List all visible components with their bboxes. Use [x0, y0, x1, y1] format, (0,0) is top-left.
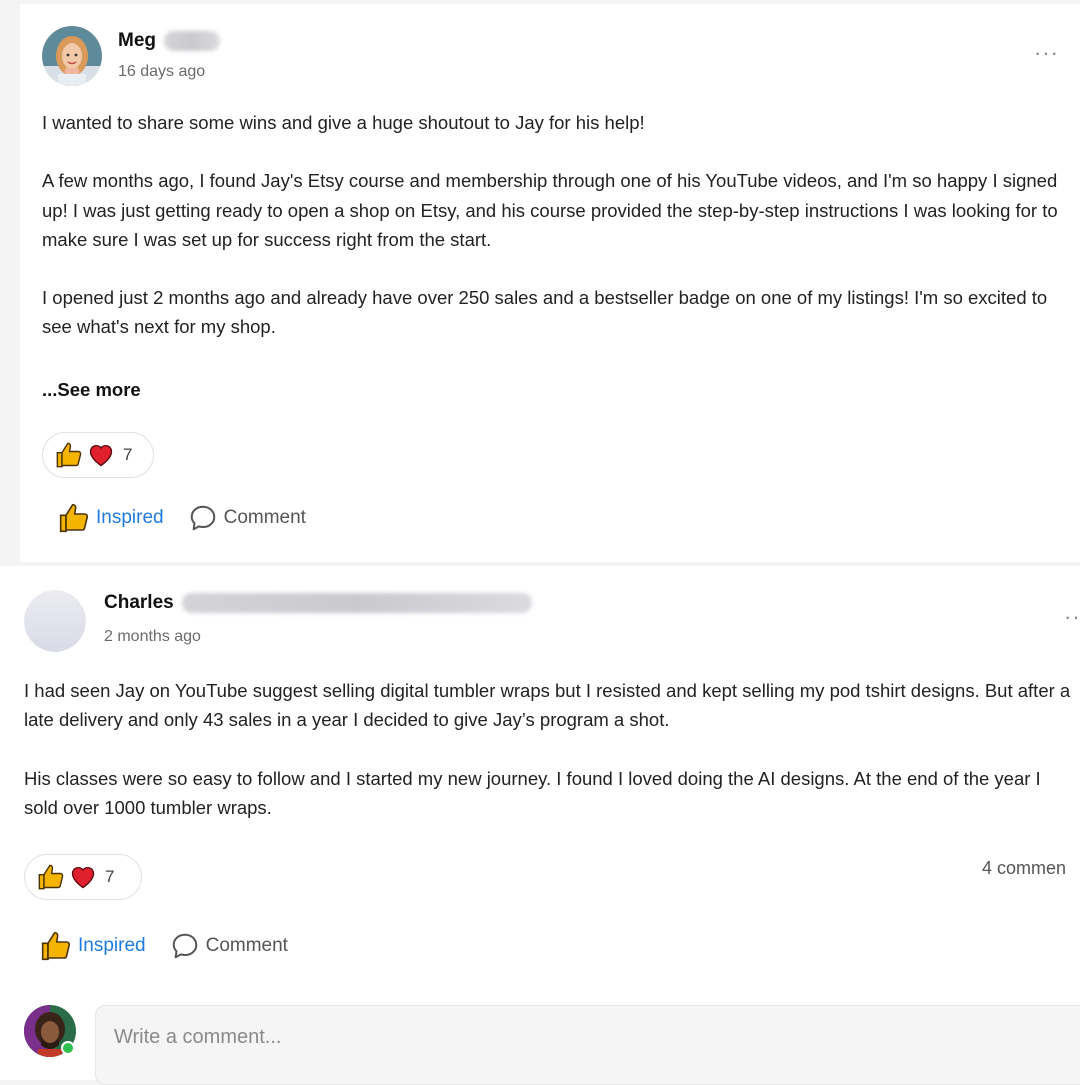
post-paragraph: I had seen Jay on YouTube suggest sellin… — [24, 680, 1071, 731]
inspired-button[interactable]: Inspired — [40, 930, 146, 962]
avatar-charles[interactable] — [24, 590, 86, 652]
comment-label: Comment — [205, 935, 288, 956]
post-paragraph: I opened just 2 months ago and already h… — [42, 287, 1048, 338]
speech-bubble-icon — [172, 933, 197, 959]
see-more-link[interactable]: ...See more — [42, 379, 141, 401]
author-name[interactable]: Meg — [118, 30, 156, 52]
post-card-meg: Meg 16 days ago ··· I wanted to share so… — [20, 4, 1080, 562]
thumbs-up-icon — [59, 503, 89, 533]
more-options-icon[interactable]: ·· — [1064, 604, 1080, 630]
avatar-image — [42, 26, 102, 86]
reaction-count: 7 — [123, 445, 133, 464]
thumbs-up-icon — [38, 864, 64, 890]
post-timestamp: 2 months ago — [104, 628, 201, 645]
reaction-summary[interactable]: 7 — [24, 854, 142, 900]
avatar-meg[interactable] — [42, 26, 102, 86]
inspired-button[interactable]: Inspired — [58, 502, 164, 534]
post-paragraph: A few months ago, I found Jay's Etsy cou… — [42, 170, 1058, 250]
online-status-indicator — [61, 1041, 75, 1055]
comment-label: Comment — [223, 507, 306, 528]
more-options-icon[interactable]: ··· — [1034, 40, 1059, 66]
author-name[interactable]: Charles — [104, 592, 174, 614]
thumbs-up-icon — [56, 442, 82, 468]
heart-icon — [71, 866, 95, 889]
post-body: I had seen Jay on YouTube suggest sellin… — [24, 676, 1074, 851]
comment-input[interactable]: Write a comment... — [95, 1005, 1080, 1085]
comments-count-link[interactable]: 4 commen — [982, 858, 1066, 879]
inspired-label: Inspired — [96, 507, 164, 528]
avatar-placeholder — [24, 590, 86, 652]
reaction-summary[interactable]: 7 — [42, 432, 154, 478]
heart-icon — [89, 444, 113, 467]
redacted-surname — [181, 593, 532, 613]
post-timestamp: 16 days ago — [118, 63, 206, 80]
redacted-surname — [164, 31, 220, 51]
inspired-label: Inspired — [78, 935, 146, 956]
speech-bubble-icon — [190, 505, 215, 531]
thumbs-up-icon — [41, 931, 71, 961]
post-body: I wanted to share some wins and give a h… — [42, 108, 1072, 371]
reaction-count: 7 — [105, 867, 115, 886]
comment-button[interactable]: Comment — [170, 931, 288, 961]
post-paragraph: I wanted to share some wins and give a h… — [42, 112, 645, 133]
post-paragraph: His classes were so easy to follow and I… — [24, 767, 1041, 818]
post-card-charles: Charles 2 months ago ·· I had seen Jay o… — [0, 566, 1080, 1080]
comment-button[interactable]: Comment — [188, 503, 306, 533]
